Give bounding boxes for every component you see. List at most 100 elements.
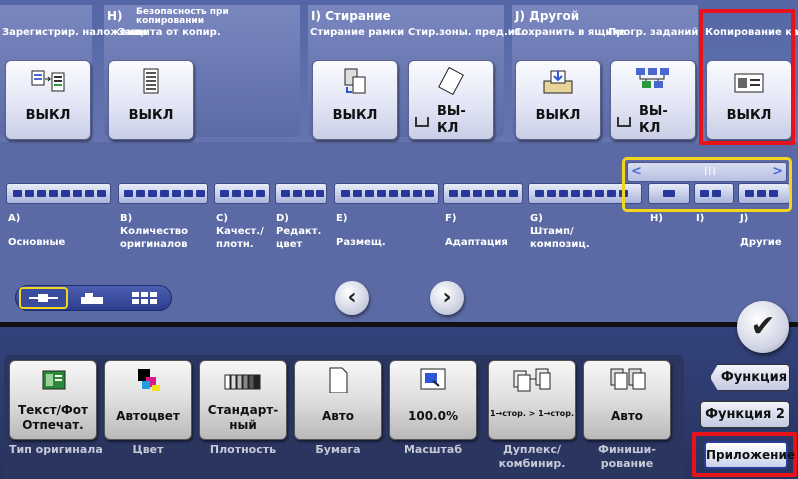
program-jobs-button[interactable]: ВЫ- КЛ — [610, 60, 696, 140]
tab-letter-g: G) — [530, 213, 543, 224]
duplex-button[interactable]: 1→стор. > 1→стор. — [488, 360, 576, 440]
erase-zone-value: ВЫ- КЛ — [437, 104, 466, 136]
func-label-overlay: Зарегистрир. наложение — [2, 27, 148, 38]
tab-label-originals: Количество оригиналов — [120, 226, 188, 250]
frame-erase-value: ВЫКЛ — [332, 108, 378, 123]
original-type-value: Текст/Фот Отпечат. — [17, 403, 89, 432]
density-button[interactable]: Стандарт- ный — [199, 360, 287, 440]
density-icon — [224, 374, 261, 390]
tab-basic[interactable] — [6, 183, 111, 204]
color-label: Цвет — [132, 443, 164, 456]
func-label-program-jobs: Прогр. заданий — [608, 27, 699, 38]
tab-label-stamp: Штамп/ композиц. — [530, 226, 590, 250]
tab-letter-d: D) — [276, 213, 289, 224]
frame-erase-icon — [344, 68, 366, 94]
scroll-right-icon[interactable]: > — [772, 164, 783, 179]
func-label-save-box: Сохранить в ящике — [514, 27, 626, 38]
original-type-button[interactable]: Текст/Фот Отпечат. — [9, 360, 97, 440]
paper-value: Авто — [321, 409, 355, 423]
tab-label-basic: Основные — [8, 237, 66, 248]
func-label-frame-erase: Стирание рамки — [310, 27, 405, 38]
group-i-title: I) Стирание — [311, 9, 391, 23]
paper-button[interactable]: Авто — [294, 360, 382, 440]
tab-letter-a: A) — [8, 213, 21, 224]
tab-originals[interactable] — [118, 183, 208, 204]
zoom-value: 100.0% — [408, 409, 458, 423]
duplex-label: Дуплекс/ комбинир. — [498, 443, 566, 470]
function1-button[interactable]: Функция 1 — [710, 364, 790, 391]
zoom-label: Масштаб — [403, 443, 463, 456]
tab-letter-c: C) — [216, 213, 228, 224]
tab-adaptation[interactable] — [443, 183, 523, 204]
grid-view-icon[interactable] — [130, 290, 160, 307]
func-label-copy-protect: Защита от копир. — [118, 27, 221, 38]
finishing-label: Финиши- рование — [598, 443, 656, 470]
scroll-thumb[interactable]: III — [704, 165, 717, 178]
copy-protect-button[interactable]: ВЫКЛ — [108, 60, 194, 140]
view-list-button[interactable] — [19, 287, 68, 309]
tab-label-color-edit: Редакт. цвет — [276, 226, 322, 250]
finishing-icon — [610, 368, 646, 390]
application-button[interactable]: Приложение — [704, 441, 795, 469]
prev-page-button[interactable]: ‹ — [335, 281, 369, 315]
density-value: Стандарт- ный — [207, 403, 279, 432]
program-jobs-value: ВЫ- КЛ — [639, 104, 668, 136]
group-j-title: J) Другой — [515, 9, 580, 23]
tab-letter-j: J) — [740, 213, 749, 224]
overlay-value: ВЫКЛ — [25, 108, 71, 123]
next-page-button[interactable]: › — [430, 281, 464, 315]
save-box-button[interactable]: ВЫКЛ — [515, 60, 601, 140]
overlay-button[interactable]: ВЫКЛ — [5, 60, 91, 140]
finishing-button[interactable]: Авто — [583, 360, 671, 440]
group-h-title: Безопасность при копировании — [136, 7, 229, 26]
tab-label-other: Другие — [740, 237, 782, 248]
frame-erase-button[interactable]: ВЫКЛ — [312, 60, 398, 140]
tab-letter-e: E) — [336, 213, 348, 224]
program-jobs-icon — [636, 68, 669, 88]
erase-zone-icon — [438, 67, 464, 96]
card-copy-highlight — [699, 9, 795, 145]
save-box-icon — [543, 70, 573, 94]
erase-zone-check-icon — [415, 117, 429, 127]
tab-letter-f: F) — [445, 213, 457, 224]
paper-icon — [329, 367, 348, 393]
view-switcher[interactable] — [15, 285, 172, 311]
func-label-erase-zone: Стир.зоны. пред.из. — [408, 27, 525, 38]
copy-protect-value: ВЫКЛ — [128, 108, 174, 123]
tab-label-layout: Размещ. — [336, 237, 386, 248]
duplex-icon — [513, 368, 551, 392]
tab-color-edit[interactable] — [275, 183, 327, 204]
overlay-icon — [31, 70, 65, 92]
tab-scroller[interactable]: < III > — [622, 157, 792, 212]
original-type-icon — [42, 370, 66, 390]
tab-scrollbar[interactable]: < III > — [627, 162, 787, 182]
original-type-label: Тип оригинала — [9, 443, 103, 456]
save-box-value: ВЫКЛ — [535, 108, 581, 123]
finishing-value: Авто — [610, 409, 644, 423]
tab-label-adaptation: Адаптация — [445, 237, 508, 248]
duplex-value: 1→стор. > 1→стор. — [489, 409, 575, 418]
color-value: Автоцвет — [116, 409, 180, 423]
group-h-letter: H) — [107, 9, 123, 23]
zoom-button[interactable]: 100.0% — [389, 360, 477, 440]
application-highlight: Приложение — [692, 432, 797, 477]
list-view-icon — [29, 294, 58, 302]
tab-layout[interactable] — [334, 183, 439, 204]
program-jobs-check-icon — [617, 117, 631, 127]
paper-label: Бумага — [315, 443, 361, 456]
card-view-icon[interactable] — [78, 291, 108, 306]
scroll-left-icon[interactable]: < — [631, 164, 642, 179]
copy-protect-icon — [143, 68, 159, 94]
color-icon — [138, 369, 160, 391]
tab-letter-i: I) — [696, 213, 705, 224]
tab-letter-h: H) — [650, 213, 663, 224]
erase-zone-button[interactable]: ВЫ- КЛ — [408, 60, 494, 140]
tab-label-quality: Качест./ плотн. — [216, 226, 264, 250]
tab-quality[interactable] — [214, 183, 270, 204]
ok-button[interactable]: ✔ — [737, 301, 789, 353]
function2-button[interactable]: Функция 2 — [700, 401, 790, 428]
tab-letter-b: B) — [120, 213, 133, 224]
zoom-icon — [420, 368, 446, 390]
color-button[interactable]: Автоцвет — [104, 360, 192, 440]
density-label: Плотность — [209, 443, 277, 456]
